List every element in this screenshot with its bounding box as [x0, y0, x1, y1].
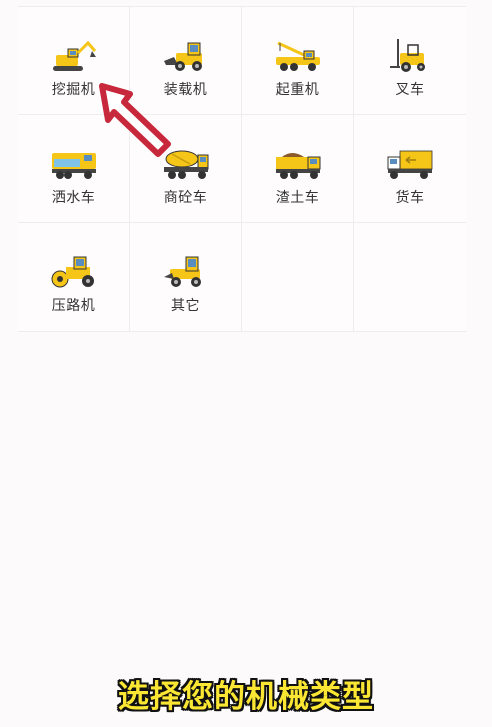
video-caption: 选择您的机械类型 — [118, 679, 374, 715]
machine-item-other[interactable]: 其它 — [130, 223, 242, 331]
machine-label: 叉车 — [395, 82, 425, 98]
machine-label: 商砼车 — [163, 190, 208, 206]
empty-cell — [354, 223, 466, 331]
dump-truck-icon — [275, 153, 320, 179]
machine-label: 起重机 — [275, 82, 320, 98]
cargo-truck-icon — [387, 150, 433, 179]
machine-item-forklift[interactable]: 叉车 — [354, 7, 466, 115]
loader-icon — [163, 42, 202, 71]
machine-item-road-roller[interactable]: 压路机 — [18, 223, 130, 331]
crane-icon — [275, 41, 320, 71]
machine-label: 渣土车 — [275, 190, 320, 206]
machine-item-crane[interactable]: 起重机 — [242, 7, 354, 115]
other-machine-icon — [163, 256, 201, 287]
machine-label: 压路机 — [51, 298, 96, 314]
excavator-icon — [52, 40, 96, 71]
pointer-cursor-icon — [99, 83, 171, 157]
machine-item-dump-truck[interactable]: 渣土车 — [242, 115, 354, 223]
forklift-icon — [390, 39, 425, 72]
machine-label: 挖掘机 — [51, 82, 96, 98]
machine-item-cargo-truck[interactable]: 货车 — [354, 115, 466, 223]
machine-type-grid: 挖掘机 装载机 起重机 叉车 洒水车 商砼车 渣土车 货车 压路机 其它 — [18, 6, 466, 332]
machine-label: 其它 — [171, 298, 200, 314]
machine-label: 洒水车 — [51, 190, 96, 206]
empty-cell — [242, 223, 354, 331]
sprinkler-truck-icon — [51, 153, 96, 179]
road-roller-icon — [51, 256, 94, 288]
machine-label: 货车 — [395, 190, 425, 206]
